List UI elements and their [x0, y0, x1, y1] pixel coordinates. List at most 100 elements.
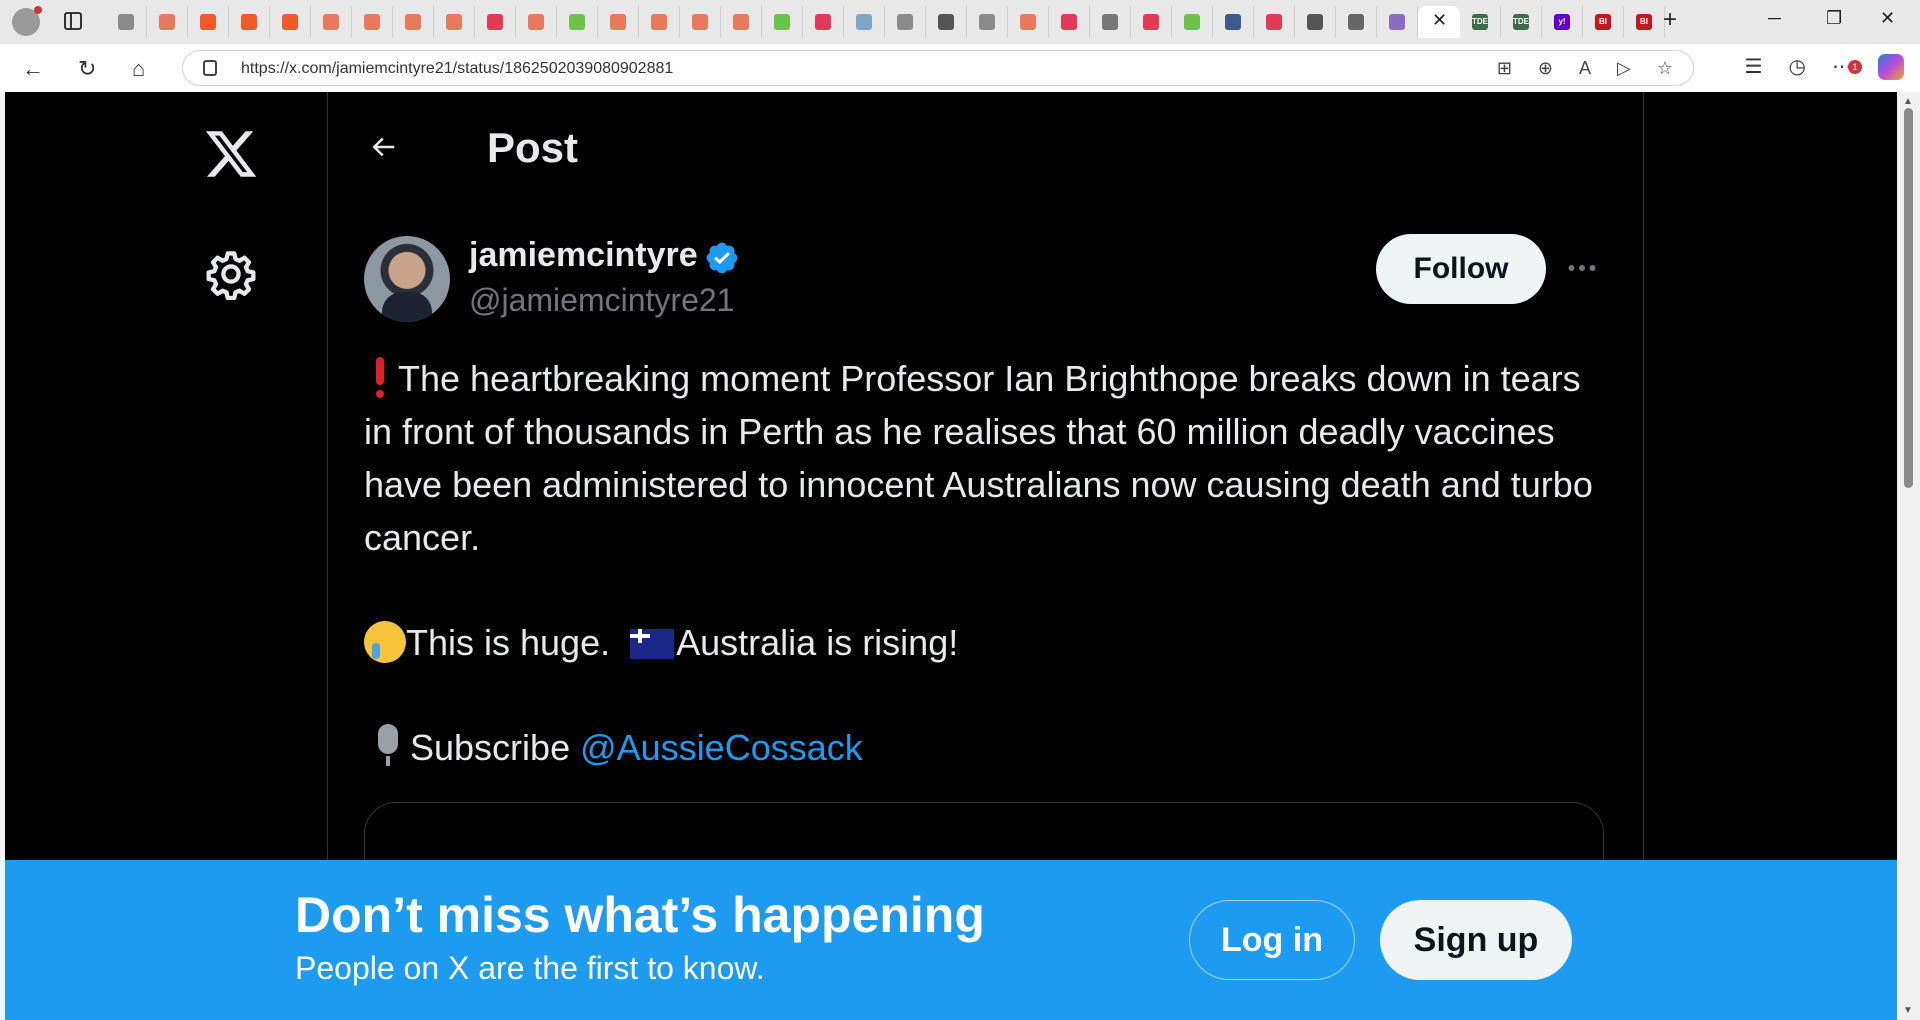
settings-more-icon[interactable]: ⋯	[1832, 54, 1862, 80]
browser-tab[interactable]	[1213, 6, 1254, 38]
tab-favicon-icon	[405, 14, 421, 30]
site-info-icon[interactable]	[203, 60, 217, 76]
profile-avatar-icon[interactable]	[12, 6, 42, 36]
browser-tab[interactable]	[803, 6, 844, 38]
browser-tab[interactable]	[1254, 6, 1295, 38]
settings-gear-icon[interactable]	[205, 248, 257, 300]
browser-tab[interactable]	[967, 6, 1008, 38]
browser-tab[interactable]	[762, 6, 803, 38]
tab-favicon-icon	[1143, 14, 1159, 30]
browser-tab[interactable]	[1172, 6, 1213, 38]
page-scrollbar[interactable]: ▲ ▼	[1897, 92, 1920, 1020]
signup-button[interactable]: Sign up	[1380, 900, 1572, 980]
close-window-icon[interactable]: ✕	[1880, 8, 1895, 29]
browser-tab[interactable]	[229, 6, 270, 38]
address-bar[interactable]: https://x.com/jamiemcintyre21/status/186…	[182, 50, 1694, 86]
tab-favicon-icon	[241, 14, 257, 30]
browser-tab[interactable]	[106, 6, 147, 38]
back-arrow-icon[interactable]	[366, 132, 400, 162]
tab-favicon-icon	[1307, 14, 1323, 30]
author-name[interactable]: jamiemcintyre	[469, 236, 698, 275]
verified-badge-icon[interactable]	[704, 240, 740, 276]
back-icon[interactable]: ←	[22, 56, 44, 82]
tab-favicon-icon	[733, 14, 749, 30]
copilot-icon[interactable]	[1878, 54, 1904, 80]
login-button[interactable]: Log in	[1189, 900, 1355, 980]
exclamation-icon	[376, 357, 384, 398]
x-page: Post jamiemcintyre @jamiemcintyre21 Foll…	[5, 92, 1897, 1020]
home-icon[interactable]: ⌂	[132, 56, 145, 82]
tab-favicon-icon	[1266, 14, 1282, 30]
browser-tab[interactable]	[721, 6, 762, 38]
close-tab-icon[interactable]: ✕	[1432, 10, 1447, 31]
post-paragraph: Subscribe @AussieCossack	[364, 721, 1609, 774]
browser-tab[interactable]	[188, 6, 229, 38]
browser-tab[interactable]	[598, 6, 639, 38]
app-available-icon[interactable]: ⊞	[1497, 58, 1512, 79]
browser-tab[interactable]: TDE	[1501, 6, 1542, 38]
browser-tab[interactable]	[1090, 6, 1131, 38]
browser-tab[interactable]	[680, 6, 721, 38]
active-tab[interactable]: ✕	[1418, 6, 1460, 38]
browser-tab[interactable]	[844, 6, 885, 38]
tab-favicon-icon	[118, 14, 134, 30]
tab-favicon-icon	[815, 14, 831, 30]
author-handle[interactable]: @jamiemcintyre21	[469, 282, 734, 319]
immersive-reader-icon[interactable]: ▷	[1617, 58, 1631, 79]
browser-tab[interactable]	[516, 6, 557, 38]
mention-link[interactable]: @AussieCossack	[580, 727, 863, 768]
post-text-2a: This is huge.	[406, 622, 611, 663]
tab-favicon-icon	[200, 14, 216, 30]
zoom-icon[interactable]: ⊕	[1538, 58, 1553, 79]
browser-tab[interactable]	[1336, 6, 1377, 38]
browser-tab[interactable]: y!	[1542, 6, 1583, 38]
browser-tab[interactable]	[393, 6, 434, 38]
signup-banner: Don’t miss what’s happening People on X …	[5, 860, 1897, 1020]
browser-tab[interactable]	[352, 6, 393, 38]
browser-tab[interactable]: BI	[1624, 6, 1665, 38]
browser-tab[interactable]: TDE	[1460, 6, 1501, 38]
browser-tab[interactable]	[311, 6, 352, 38]
minimize-icon[interactable]: ─	[1768, 8, 1781, 29]
browser-tab[interactable]	[1295, 6, 1336, 38]
more-options-icon[interactable]	[1562, 250, 1602, 286]
tab-favicon-icon	[282, 14, 298, 30]
tab-favicon-icon	[446, 14, 462, 30]
post-text-1: The heartbreaking moment Professor Ian B…	[364, 358, 1593, 558]
browser-tab[interactable]	[1008, 6, 1049, 38]
tab-favicon-icon: BI	[1636, 14, 1652, 30]
browser-tab[interactable]	[147, 6, 188, 38]
history-icon[interactable]: ◷	[1789, 54, 1806, 80]
new-tab-icon[interactable]: +	[1663, 6, 1677, 34]
browser-tab[interactable]	[434, 6, 475, 38]
scroll-thumb[interactable]	[1904, 108, 1913, 488]
address-toolbar: ← ↻ ⌂ https://x.com/jamiemcintyre21/stat…	[0, 44, 1920, 92]
post-text-2b: Australia is rising!	[676, 622, 959, 663]
favorites-icon[interactable]: ☰	[1745, 54, 1763, 80]
browser-tab[interactable]	[639, 6, 680, 38]
author-avatar[interactable]	[364, 236, 450, 322]
browser-tab[interactable]	[926, 6, 967, 38]
tab-favicon-icon: TDE	[1472, 14, 1488, 30]
tab-favicon-icon	[897, 14, 913, 30]
tab-actions-icon[interactable]	[64, 12, 82, 30]
restore-icon[interactable]: ❐	[1826, 8, 1842, 29]
browser-tab[interactable]: BI	[1583, 6, 1624, 38]
read-aloud-icon[interactable]: A	[1579, 58, 1591, 79]
url-text[interactable]: https://x.com/jamiemcintyre21/status/186…	[241, 60, 673, 78]
browser-tab[interactable]	[885, 6, 926, 38]
follow-button[interactable]: Follow	[1376, 234, 1546, 304]
favorite-star-icon[interactable]: ☆	[1657, 58, 1673, 79]
scroll-up-icon[interactable]: ▲	[1903, 96, 1913, 107]
browser-tab[interactable]	[557, 6, 598, 38]
browser-tab[interactable]	[270, 6, 311, 38]
x-logo-icon[interactable]	[201, 126, 261, 182]
tab-favicon-icon	[364, 14, 380, 30]
browser-tab[interactable]	[475, 6, 516, 38]
tab-favicon-icon	[856, 14, 872, 30]
refresh-icon[interactable]: ↻	[78, 56, 96, 82]
browser-tab[interactable]	[1377, 6, 1418, 38]
browser-tab[interactable]	[1131, 6, 1172, 38]
browser-tab[interactable]	[1049, 6, 1090, 38]
scroll-down-icon[interactable]: ▼	[1903, 1005, 1913, 1016]
